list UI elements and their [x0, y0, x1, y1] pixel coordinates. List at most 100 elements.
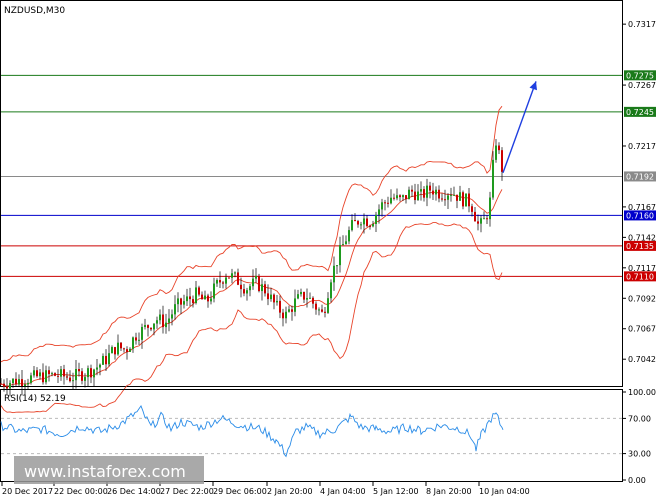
- candle-body: [393, 197, 395, 199]
- candle-body: [372, 224, 374, 227]
- candle-body: [288, 309, 290, 312]
- time-tick-label-6: 4 Jan 04:00: [320, 487, 366, 496]
- candle-body: [333, 265, 335, 283]
- candle-body: [0, 383, 2, 385]
- candle-body: [63, 369, 65, 377]
- rsi-tick-label-1: 70.00: [628, 414, 651, 423]
- candle-body: [240, 284, 242, 290]
- candle-body: [405, 195, 407, 200]
- candle-body: [492, 159, 494, 198]
- candle-body: [282, 312, 284, 319]
- candle-body: [129, 348, 131, 352]
- level-label-pivot: 0.7160: [626, 211, 654, 220]
- candle-body: [9, 383, 11, 389]
- candle-body: [297, 294, 299, 299]
- candle-body: [153, 323, 155, 330]
- price-tick-label-3: 0.7167: [628, 203, 656, 212]
- time-tick-label-9: 10 Jan 04:00: [479, 487, 530, 496]
- candle-body: [165, 322, 167, 328]
- candle-body: [255, 275, 257, 279]
- candle-body: [441, 198, 443, 200]
- candle-body: [174, 304, 176, 315]
- candle-body: [51, 373, 53, 375]
- time-tick-label-3: 27 Dec 22:00: [160, 487, 214, 496]
- candle-body: [162, 314, 164, 328]
- candle-body: [168, 318, 170, 323]
- candle-body: [480, 218, 482, 224]
- candle-body: [501, 150, 503, 172]
- candle-body: [336, 265, 338, 267]
- candle-body: [57, 375, 59, 377]
- candle-body: [102, 355, 104, 365]
- candle-body: [432, 190, 434, 195]
- candle-body: [186, 296, 188, 302]
- candle-body: [105, 355, 107, 365]
- candle-body: [426, 185, 428, 198]
- level-label-support-2: 0.7110: [626, 272, 654, 281]
- candle-body: [249, 286, 251, 291]
- candle-body: [351, 220, 353, 231]
- candle-body: [342, 244, 344, 246]
- candle-body: [420, 189, 422, 192]
- candle-body: [69, 377, 71, 382]
- candle-body: [75, 368, 77, 381]
- candle-body: [225, 277, 227, 284]
- candle-body: [216, 280, 218, 284]
- candle-body: [330, 282, 332, 299]
- time-tick-label-4: 29 Dec 06:00: [213, 487, 267, 496]
- candle-body: [24, 384, 26, 387]
- level-label-current: 0.7192: [626, 172, 654, 181]
- chart-window: 0.7275 0.7245 0.7192 0.7160 0.7135 0.7110 0.7…: [0, 0, 664, 498]
- price-tick-label-2: 0.7217: [628, 142, 656, 151]
- candle-body: [324, 311, 326, 313]
- candle-body: [189, 296, 191, 300]
- candle-body: [36, 370, 38, 377]
- candle-body: [90, 368, 92, 378]
- symbol-label: NZDUSD,M30: [4, 6, 65, 16]
- candle-body: [87, 368, 89, 378]
- time-tick-label-8: 8 Jan 20:00: [426, 487, 472, 496]
- candle-body: [222, 282, 224, 284]
- candle-body: [99, 364, 101, 368]
- candle-body: [183, 301, 185, 305]
- price-tick-label-0: 0.7317: [628, 20, 656, 29]
- candle-body: [156, 320, 158, 324]
- level-label-support-1: 0.7135: [626, 242, 654, 251]
- candle-body: [195, 287, 197, 304]
- candle-body: [198, 287, 200, 295]
- candle-body: [6, 386, 8, 389]
- candle-body: [138, 339, 140, 341]
- candle-body: [327, 298, 329, 313]
- price-tick-label-1: 0.7267: [628, 81, 656, 90]
- candle-body: [210, 298, 212, 302]
- candle-body: [258, 275, 260, 292]
- candle-body: [33, 370, 35, 376]
- candle-body: [264, 284, 266, 294]
- candle-body: [321, 309, 323, 312]
- candle-body: [453, 194, 455, 196]
- candle-body: [471, 206, 473, 212]
- candle-body: [18, 379, 20, 385]
- candle-body: [15, 378, 17, 385]
- candle-body: [135, 337, 137, 341]
- candle-body: [111, 347, 113, 354]
- chart-canvas: 0.7275 0.7245 0.7192 0.7160 0.7135 0.7110 0.7…: [0, 0, 664, 498]
- candle-body: [354, 220, 356, 222]
- candle-body: [450, 194, 452, 196]
- candle-body: [81, 371, 83, 381]
- candle-body: [303, 291, 305, 300]
- candle-body: [48, 370, 50, 375]
- candle-body: [45, 370, 47, 383]
- candle-body: [252, 278, 254, 287]
- candle-body: [462, 192, 464, 207]
- candle-body: [369, 226, 371, 228]
- candle-body: [243, 289, 245, 294]
- candle-body: [144, 325, 146, 327]
- candle-body: [447, 195, 449, 200]
- candle-body: [357, 221, 359, 225]
- candle-body: [408, 189, 410, 200]
- candle-body: [312, 297, 314, 304]
- candle-body: [66, 376, 68, 378]
- candle-body: [84, 377, 86, 381]
- rsi-title: RSI(14) 52.19: [4, 394, 66, 404]
